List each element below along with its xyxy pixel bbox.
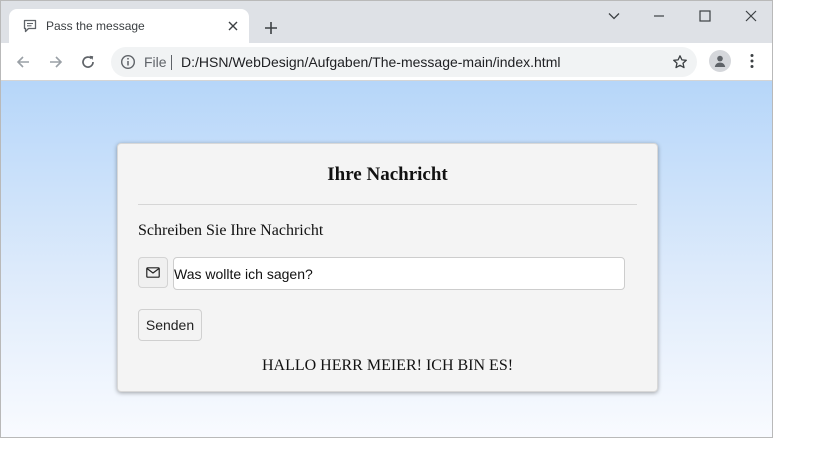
forward-arrow-icon[interactable] bbox=[43, 49, 69, 75]
card-title: Ihre Nachricht bbox=[327, 164, 448, 185]
message-input-field[interactable] bbox=[174, 258, 624, 289]
browser-toolbar: File D:/HSN/WebDesign/Aufgaben/The-messa… bbox=[1, 43, 772, 81]
minimize-icon[interactable] bbox=[644, 5, 674, 27]
chat-bubble-icon bbox=[22, 18, 38, 34]
message-prompt: Schreiben Sie Ihre Nachricht bbox=[138, 222, 324, 239]
url-text[interactable]: D:/HSN/WebDesign/Aufgaben/The-message-ma… bbox=[181, 54, 560, 70]
chevron-down-icon[interactable] bbox=[599, 5, 629, 27]
active-tab[interactable]: Pass the message bbox=[9, 9, 249, 43]
page-viewport: Ihre Nachricht Schreiben Sie Ihre Nachri… bbox=[1, 81, 772, 437]
browser-window: Pass the message File D:/HSN/WebDesign/A… bbox=[0, 0, 773, 438]
reload-icon[interactable] bbox=[75, 49, 101, 75]
tab-title: Pass the message bbox=[46, 19, 145, 33]
back-arrow-icon[interactable] bbox=[10, 49, 36, 75]
maximize-icon[interactable] bbox=[690, 5, 720, 27]
message-input[interactable] bbox=[173, 257, 625, 290]
plus-icon[interactable] bbox=[259, 16, 283, 40]
send-button[interactable]: Senden bbox=[138, 309, 202, 341]
message-output: HALLO HERR MEIER! ICH BIN ES! bbox=[261, 357, 514, 374]
kebab-menu-icon[interactable] bbox=[741, 49, 763, 73]
envelope-icon bbox=[138, 257, 168, 288]
tab-strip: Pass the message bbox=[1, 1, 772, 43]
star-icon[interactable] bbox=[669, 51, 691, 73]
address-bar[interactable]: File D:/HSN/WebDesign/Aufgaben/The-messa… bbox=[111, 47, 697, 77]
close-window-icon[interactable] bbox=[736, 5, 766, 27]
omnibox-separator bbox=[171, 55, 172, 70]
scheme-label: File bbox=[144, 54, 167, 70]
card-divider bbox=[138, 204, 637, 205]
info-icon[interactable] bbox=[120, 54, 136, 70]
close-icon[interactable] bbox=[223, 16, 243, 36]
message-card: Ihre Nachricht Schreiben Sie Ihre Nachri… bbox=[117, 143, 658, 392]
profile-icon[interactable] bbox=[709, 50, 731, 72]
